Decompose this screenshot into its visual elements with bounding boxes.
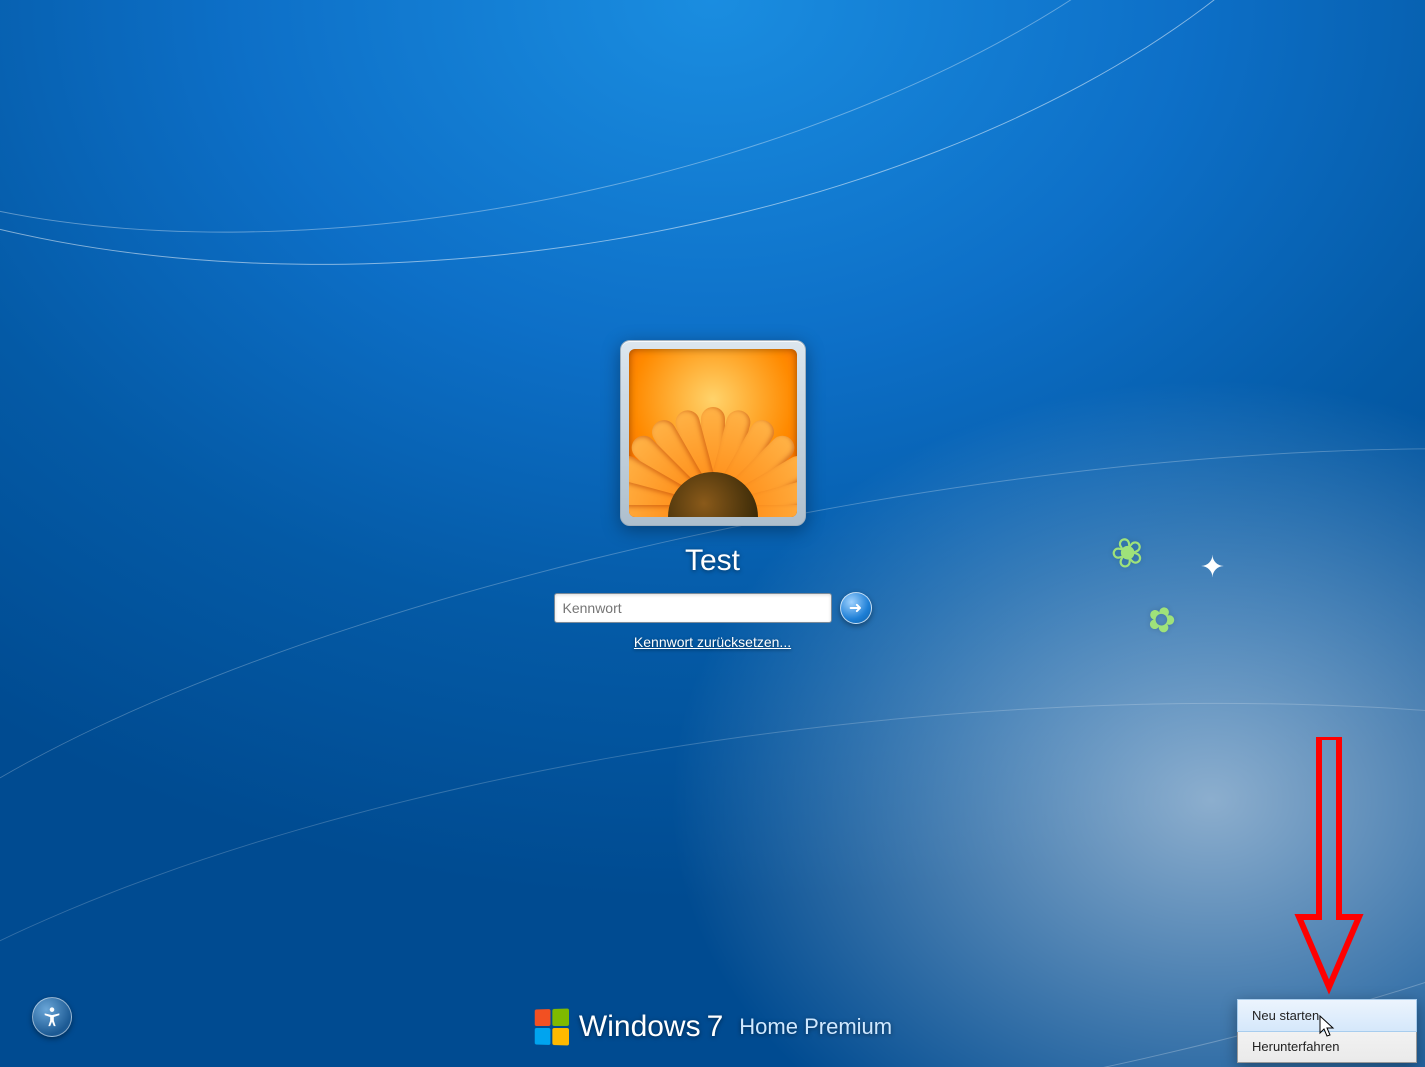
brand-edition: Home Premium bbox=[739, 1014, 892, 1040]
windows-logo-icon bbox=[534, 1008, 568, 1045]
ease-of-access-button[interactable] bbox=[32, 997, 72, 1037]
os-branding: Windows 7 Home Premium bbox=[533, 1009, 892, 1045]
flower-icon bbox=[629, 407, 797, 517]
avatar bbox=[629, 349, 797, 517]
menu-item-shutdown[interactable]: Herunterfahren bbox=[1238, 1031, 1416, 1062]
login-screen: ❀ ✿ ✦ bbox=[0, 0, 1425, 1067]
brand-version: 7 bbox=[707, 1010, 724, 1044]
bird-icon: ✦ bbox=[1200, 550, 1225, 585]
power-menu: Neu starten Herunterfahren bbox=[1237, 999, 1417, 1063]
menu-item-restart[interactable]: Neu starten bbox=[1237, 999, 1417, 1032]
password-input[interactable] bbox=[554, 593, 832, 623]
user-tile: Test ➜ Kennwort zurücksetzen... bbox=[554, 340, 872, 652]
submit-button[interactable]: ➜ bbox=[840, 592, 872, 624]
arrow-right-icon: ➜ bbox=[849, 598, 862, 618]
accessibility-icon bbox=[41, 1006, 63, 1028]
username-label: Test bbox=[554, 544, 872, 578]
reset-password-link[interactable]: Kennwort zurücksetzen... bbox=[634, 634, 791, 650]
avatar-frame[interactable] bbox=[620, 340, 806, 526]
brand-product: Windows bbox=[579, 1010, 701, 1044]
password-row: ➜ bbox=[554, 592, 872, 624]
